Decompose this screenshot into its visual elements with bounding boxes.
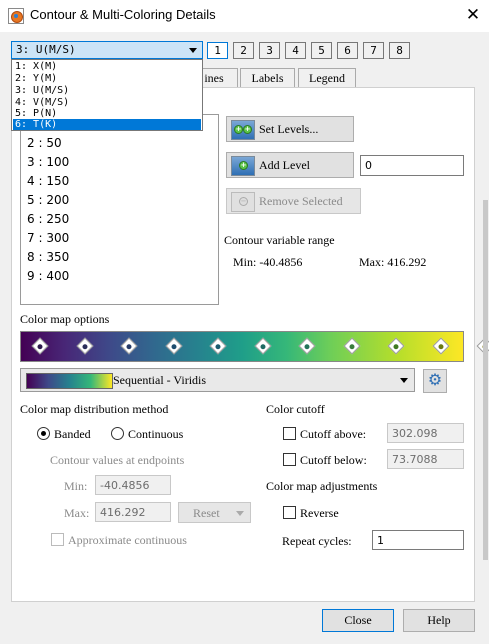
- cutoff-above-checkbox[interactable]: [283, 427, 296, 440]
- approximate-continuous-checkbox[interactable]: [51, 533, 64, 546]
- group-tab-8[interactable]: 8: [389, 42, 410, 59]
- endpoints-heading: Contour values at endpoints: [50, 453, 185, 467]
- levels-list[interactable]: 2 : 50 3 : 100 4 : 150 5 : 200 6 : 250 7…: [20, 114, 219, 305]
- continuous-label: Continuous: [128, 427, 184, 441]
- gear-icon: ⚙: [427, 370, 443, 389]
- reset-button[interactable]: Reset: [178, 502, 251, 523]
- chevron-down-icon: [236, 511, 244, 516]
- dropdown-option[interactable]: 1: X(M): [13, 61, 201, 72]
- cutoff-above-label: Cutoff above:: [300, 427, 367, 441]
- control-point-dot: [36, 343, 44, 351]
- control-point-dot: [80, 343, 89, 351]
- control-point-dot: [347, 343, 356, 351]
- control-point-dot: [392, 343, 400, 351]
- repeat-cycles-field[interactable]: [372, 530, 464, 550]
- chevron-down-icon: [189, 48, 197, 53]
- group-tab-6[interactable]: 6: [337, 42, 358, 59]
- contour-range-max: Max: 416.292: [359, 255, 427, 269]
- endpoint-min-field[interactable]: [95, 475, 171, 495]
- remove-selected-button[interactable]: − Remove Selected: [226, 188, 361, 214]
- list-item[interactable]: 5 : 200: [27, 191, 69, 210]
- distribution-heading: Color map distribution method: [20, 402, 169, 416]
- tab-labels[interactable]: Labels: [240, 68, 295, 87]
- tab-legend[interactable]: Legend: [298, 68, 356, 87]
- chevron-down-icon: [400, 378, 408, 383]
- approximate-continuous-label: Approximate continuous: [68, 533, 187, 547]
- group-tab-4[interactable]: 4: [285, 42, 306, 59]
- contour-range-min: Min: -40.4856: [233, 255, 303, 269]
- group-tab-1[interactable]: 1: [207, 42, 228, 59]
- control-point-dot: [436, 343, 445, 351]
- set-levels-icon: + +: [231, 120, 255, 140]
- cutoff-above-field[interactable]: [387, 423, 464, 443]
- control-point-dot: [303, 343, 311, 351]
- color-map-select-value: Sequential - Viridis: [113, 373, 207, 387]
- control-point-dot: [169, 343, 178, 351]
- contour-range-heading: Contour variable range: [224, 233, 335, 247]
- control-point-dot: [125, 343, 133, 351]
- color-map-select[interactable]: Sequential - Viridis: [20, 368, 415, 392]
- color-map-settings-button[interactable]: ⚙: [423, 369, 447, 393]
- list-item[interactable]: 8 : 350: [27, 248, 69, 267]
- dropdown-option[interactable]: 5: P(N): [13, 108, 201, 119]
- control-point-dot: [214, 343, 222, 351]
- list-item[interactable]: 7 : 300: [27, 229, 69, 248]
- color-map-options-heading: Color map options: [20, 312, 110, 326]
- endpoint-max-field[interactable]: [95, 502, 171, 522]
- list-item[interactable]: 4 : 150: [27, 172, 69, 191]
- adjustments-heading: Color map adjustments: [266, 479, 378, 493]
- group-tab-7[interactable]: 7: [363, 42, 384, 59]
- variable-dropdown-list[interactable]: 1: X(M) 2: Y(M) 3: U(M/S) 4: V(M/S) 5: P…: [11, 59, 203, 131]
- reverse-label: Reverse: [300, 506, 339, 520]
- group-tab-2[interactable]: 2: [233, 42, 254, 59]
- control-point-dot: [258, 343, 267, 351]
- cutoff-below-label: Cutoff below:: [300, 453, 367, 467]
- scrollbar[interactable]: [483, 200, 488, 560]
- continuous-radio[interactable]: [111, 427, 124, 440]
- close-button[interactable]: Close: [322, 609, 394, 632]
- cutoff-below-checkbox[interactable]: [283, 453, 296, 466]
- help-button[interactable]: Help: [403, 609, 475, 632]
- variable-select-value: 3: U(M/S): [16, 43, 76, 56]
- endpoint-min-label: Min:: [64, 479, 88, 493]
- reverse-checkbox[interactable]: [283, 506, 296, 519]
- list-item[interactable]: 2 : 50: [27, 134, 62, 153]
- dropdown-option[interactable]: 3: U(M/S): [13, 85, 201, 96]
- add-level-button[interactable]: + Add Level: [226, 152, 354, 178]
- dropdown-option[interactable]: 4: V(M/S): [13, 97, 201, 108]
- list-item[interactable]: 3 : 100: [27, 153, 69, 172]
- color-map-swatch: [26, 373, 113, 389]
- set-levels-button[interactable]: + + Set Levels...: [226, 116, 354, 142]
- title-bar: Contour & Multi-Coloring Details ✕: [0, 0, 489, 32]
- remove-selected-icon: −: [231, 192, 255, 212]
- dropdown-option[interactable]: 2: Y(M): [13, 73, 201, 84]
- banded-label: Banded: [54, 427, 91, 441]
- dropdown-option-selected[interactable]: 6: T(K): [13, 119, 201, 130]
- add-level-input[interactable]: [360, 155, 464, 176]
- repeat-cycles-label: Repeat cycles:: [282, 534, 352, 548]
- color-cutoff-heading: Color cutoff: [266, 402, 325, 416]
- add-level-icon: +: [231, 156, 255, 176]
- cutoff-below-field[interactable]: [387, 449, 464, 469]
- banded-radio[interactable]: [37, 427, 50, 440]
- list-item[interactable]: 6 : 250: [27, 210, 69, 229]
- endpoint-max-label: Max:: [64, 506, 90, 520]
- group-tab-3[interactable]: 3: [259, 42, 280, 59]
- app-icon: [8, 8, 24, 24]
- variable-select[interactable]: 3: U(M/S): [11, 41, 203, 59]
- group-tab-5[interactable]: 5: [311, 42, 332, 59]
- window-title: Contour & Multi-Coloring Details: [30, 7, 216, 22]
- list-item[interactable]: 9 : 400: [27, 267, 69, 286]
- close-icon[interactable]: ✕: [460, 4, 486, 28]
